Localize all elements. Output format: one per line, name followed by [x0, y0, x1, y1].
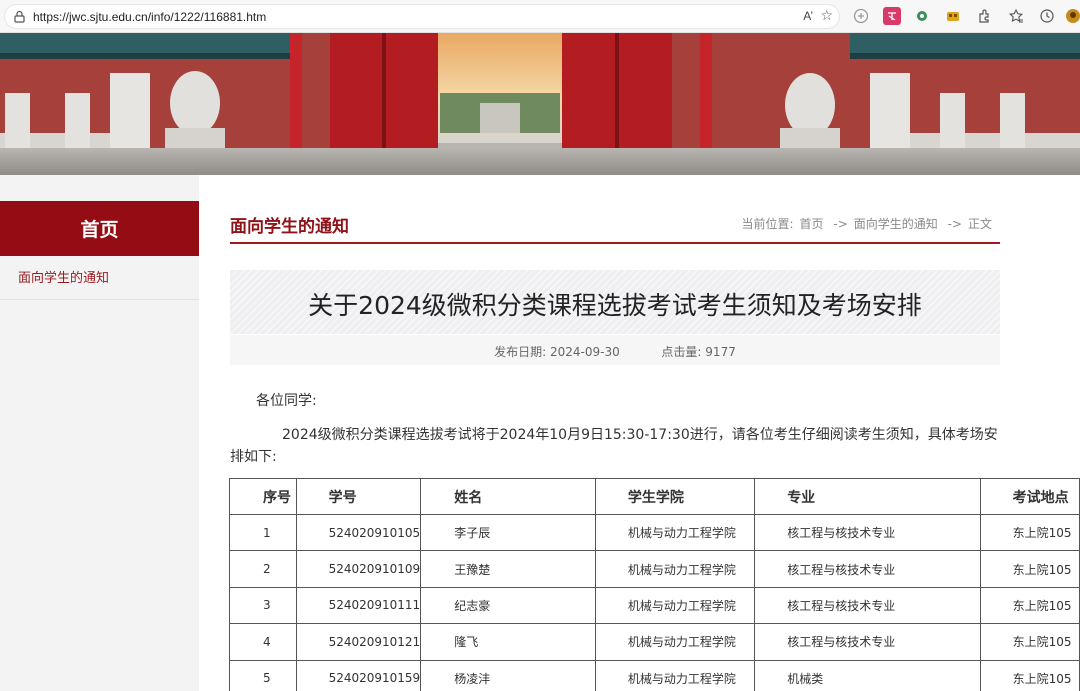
clicks-label: 点击量: — [661, 345, 702, 359]
section-divider — [230, 242, 1000, 244]
sidebar-home-tab[interactable]: 首页 — [0, 201, 199, 256]
favorites-icon[interactable] — [1007, 7, 1025, 25]
tampermonkey-extension-icon[interactable] — [944, 7, 962, 25]
table-cell: 东上院105 — [979, 659, 1080, 691]
table-cell: 机械与动力工程学院 — [594, 659, 756, 691]
header-banner-image — [0, 33, 1080, 175]
table-cell: 隆飞 — [420, 623, 596, 661]
breadcrumb-separator: -> — [833, 217, 848, 231]
table-row: 3 524020910111 纪志豪 机械与动力工程学院 核工程与核技术专业 东… — [229, 586, 1080, 625]
url-text[interactable]: https://jwc.sjtu.edu.cn/info/1222/116881… — [33, 10, 266, 24]
breadcrumb: 当前位置: 首页 -> 面向学生的通知 -> 正文 — [738, 215, 995, 232]
table-cell: 524020910159 — [295, 659, 422, 691]
table-row: 5 524020910159 杨凌沣 机械与动力工程学院 机械类 东上院105 — [229, 659, 1080, 691]
extensions-icon[interactable] — [975, 7, 993, 25]
table-row: 2 524020910109 王豫楚 机械与动力工程学院 核工程与核技术专业 东… — [229, 550, 1080, 588]
table-cell: 核工程与核技术专业 — [754, 586, 981, 625]
table-cell: 李子辰 — [420, 513, 596, 552]
table-cell: 王豫楚 — [420, 550, 596, 588]
sidebar-item-student-notices[interactable]: 面向学生的通知 — [0, 258, 199, 300]
translator-extension-icon[interactable] — [883, 7, 901, 25]
table-cell: 524020910109 — [295, 550, 422, 588]
breadcrumb-category-link[interactable]: 面向学生的通知 — [854, 217, 938, 231]
table-cell: 东上院105 — [979, 550, 1080, 588]
translate-extension-icon[interactable] — [852, 7, 870, 25]
history-icon[interactable] — [1038, 7, 1056, 25]
puzzle-extension-icon[interactable] — [913, 7, 931, 25]
table-cell: 524020910121 — [295, 623, 422, 661]
section-title: 面向学生的通知 — [230, 217, 349, 237]
campus-gate-illustration — [0, 33, 1080, 175]
intro-paragraph: 2024级微积分类课程选拔考试将于2024年10月9日15:30-17:30进行… — [230, 427, 998, 465]
column-header: 序号 — [229, 478, 297, 515]
table-row: 4 524020910121 隆飞 机械与动力工程学院 核工程与核技术专业 东上… — [229, 623, 1080, 661]
table-cell: 核工程与核技术专业 — [754, 550, 981, 588]
read-aloud-icon[interactable]: A’ — [803, 9, 813, 23]
breadcrumb-separator: -> — [947, 217, 962, 231]
table-cell: 机械类 — [754, 659, 981, 691]
table-cell: 核工程与核技术专业 — [754, 623, 981, 661]
table-cell: 机械与动力工程学院 — [594, 550, 756, 588]
table-cell: 524020910111 — [295, 586, 422, 625]
breadcrumb-current: 正文 — [967, 217, 992, 231]
table-cell: 机械与动力工程学院 — [594, 586, 756, 625]
breadcrumb-home-link[interactable]: 首页 — [800, 217, 824, 231]
column-header: 学生学院 — [594, 478, 756, 515]
table-cell: 4 — [229, 623, 297, 661]
table-cell: 东上院105 — [979, 586, 1080, 625]
profile-avatar-icon[interactable] — [1064, 7, 1080, 25]
table-cell: 5 — [229, 659, 297, 691]
site-info-icon[interactable] — [13, 10, 26, 23]
publish-date: 2024-09-30 — [550, 345, 620, 359]
column-header: 学号 — [295, 478, 422, 515]
table-cell: 核工程与核技术专业 — [754, 513, 981, 552]
table-cell: 杨凌沣 — [420, 659, 596, 691]
article-title: 关于2024级微积分类课程选拔考试考生须知及考场安排 — [308, 291, 922, 320]
article-meta: 发布日期: 2024-09-30 点击量: 9177 — [230, 335, 1000, 365]
table-cell: 机械与动力工程学院 — [594, 623, 756, 661]
column-header: 姓名 — [420, 478, 596, 515]
favorite-star-icon[interactable]: ☆ — [820, 8, 833, 24]
table-cell: 纪志豪 — [420, 586, 596, 625]
table-cell: 机械与动力工程学院 — [594, 513, 756, 552]
address-bar[interactable]: https://jwc.sjtu.edu.cn/info/1222/116881… — [4, 4, 840, 29]
exam-arrangement-table: 序号 学号 姓名 学生学院 专业 考试地点 1 524020910105 李子辰… — [229, 478, 1080, 691]
click-count: 9177 — [705, 345, 736, 359]
table-cell: 1 — [229, 513, 297, 552]
breadcrumb-prefix: 当前位置: — [741, 217, 794, 231]
table-header-row: 序号 学号 姓名 学生学院 专业 考试地点 — [229, 478, 1080, 515]
table-cell: 524020910105 — [295, 513, 422, 552]
browser-toolbar: https://jwc.sjtu.edu.cn/info/1222/116881… — [0, 0, 1080, 33]
article-title-box: 关于2024级微积分类课程选拔考试考生须知及考场安排 — [230, 270, 1000, 334]
table-cell: 东上院105 — [979, 623, 1080, 661]
table-cell: 2 — [229, 550, 297, 588]
column-header: 专业 — [754, 478, 981, 515]
table-cell: 东上院105 — [979, 513, 1080, 552]
column-header: 考试地点 — [979, 478, 1080, 515]
greeting-text: 各位同学: — [256, 393, 317, 409]
date-label: 发布日期: — [494, 345, 547, 359]
table-cell: 3 — [229, 586, 297, 625]
table-row: 1 524020910105 李子辰 机械与动力工程学院 核工程与核技术专业 东… — [229, 513, 1080, 552]
